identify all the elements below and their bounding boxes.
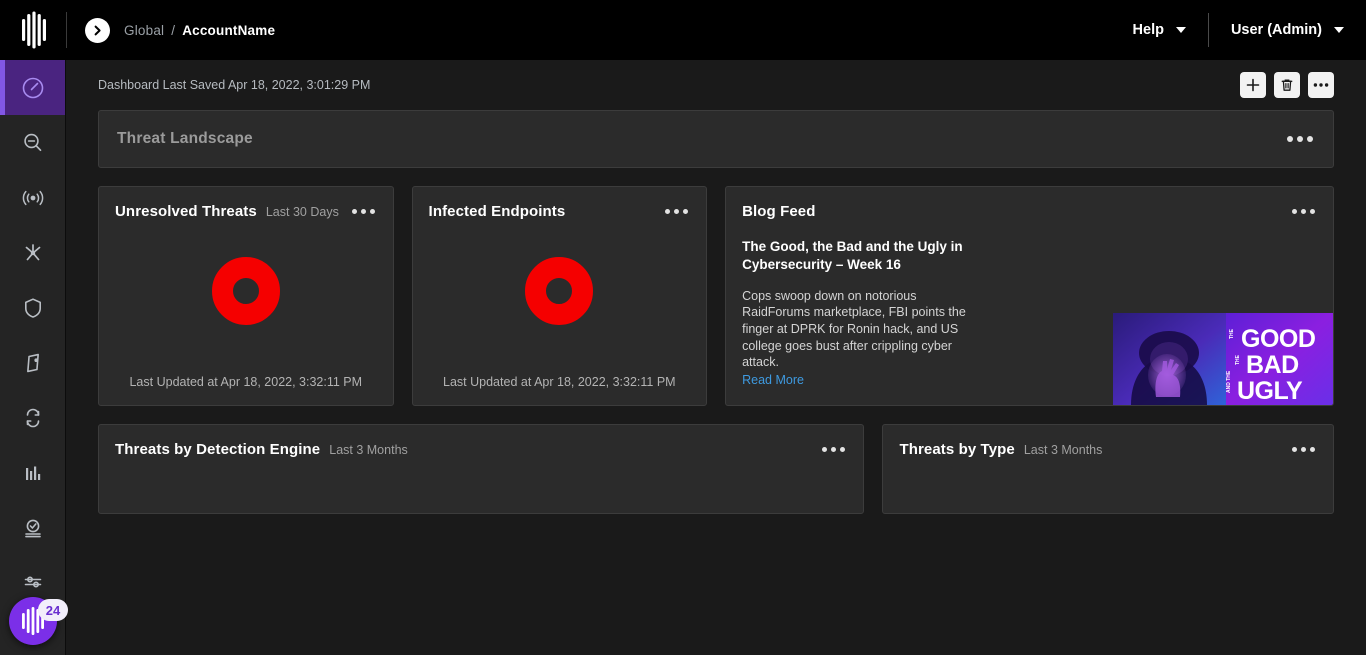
help-menu[interactable]: Help [1111,22,1208,38]
trash-icon [1280,78,1294,92]
section-more-button[interactable] [1285,130,1315,148]
breadcrumb: Global / AccountName [67,18,275,43]
dashboard-more-button[interactable] [1308,72,1334,98]
sidebar-item-policy[interactable] [0,280,65,335]
widget-title: Infected Endpoints [429,203,566,220]
widget-more-button[interactable] [663,203,690,220]
assistant-badge-count: 24 [38,599,68,621]
sidebar-item-automation[interactable] [0,390,65,445]
dashboard-toolbar: Dashboard Last Saved Apr 18, 2022, 3:01:… [98,60,1334,110]
asterisk-icon [20,240,46,266]
donut-ring [525,257,593,325]
widget-last-updated: Last Updated at Apr 18, 2022, 3:32:11 PM [413,375,707,389]
donut-chart [413,232,707,350]
scope-expand-button[interactable] [85,18,110,43]
bar-chart-icon [20,460,46,486]
help-label: Help [1133,22,1164,38]
svg-text:AND THE: AND THE [1226,370,1232,393]
chevron-down-icon [1334,27,1344,33]
user-label: User (Admin) [1231,22,1322,38]
blog-thumbnail[interactable]: GOOD BAD UGLY THE THE AND THE [1113,313,1333,405]
sidebar-item-dashboard[interactable] [0,60,65,115]
add-widget-button[interactable] [1240,72,1266,98]
sync-arrows-icon [20,405,46,431]
widget-blog-feed: Blog Feed The Good, the Bad and the Ugly… [725,186,1334,406]
sidebar-item-reports[interactable] [0,445,65,500]
svg-text:THE: THE [1229,328,1235,339]
sidebar-item-incidents[interactable] [0,335,65,390]
widget-unresolved-threats: Unresolved Threats Last 30 Days Last Upd… [98,186,394,406]
widget-header: Blog Feed [726,187,1333,220]
widget-header: Threats by Type Last 3 Months [883,425,1333,458]
widget-header: Threats by Detection Engine Last 3 Month… [99,425,863,458]
donut-ring [212,257,280,325]
dashboard-main: Dashboard Last Saved Apr 18, 2022, 3:01:… [66,60,1366,655]
sentinel-logo-icon [17,11,49,49]
diamond-icon [20,350,46,376]
widget-more-button[interactable] [1290,203,1317,220]
widget-title: Threats by Type [899,441,1014,458]
svg-text:UGLY: UGLY [1237,377,1303,405]
delete-dashboard-button[interactable] [1274,72,1300,98]
svg-text:THE: THE [1235,354,1241,365]
blog-post-excerpt: Cops swoop down on notorious RaidForums … [742,288,987,371]
widget-threats-by-type: Threats by Type Last 3 Months [882,424,1334,514]
dashboard-app: Global / AccountName Help User (Admin) [0,0,1366,655]
widget-more-button[interactable] [1290,441,1317,458]
ellipsis-icon [1313,82,1329,88]
widget-row-top: Unresolved Threats Last 30 Days Last Upd… [98,186,1334,406]
widget-infected-endpoints: Infected Endpoints Last Updated at Apr 1… [412,186,708,406]
sliders-icon [20,570,46,596]
widget-last-updated: Last Updated at Apr 18, 2022, 3:32:11 PM [99,375,393,389]
widget-title: Threats by Detection Engine [115,441,320,458]
chevron-down-icon [1176,27,1186,33]
svg-text:BAD: BAD [1246,351,1299,379]
search-icon [20,130,46,156]
dashboard-actions [1240,72,1334,98]
top-bar: Global / AccountName Help User (Admin) [0,0,1366,60]
blog-thumbnail-image: GOOD BAD UGLY THE THE AND THE [1113,313,1333,405]
chevron-right-circle-icon [91,24,104,37]
breadcrumb-root[interactable]: Global [124,23,164,38]
widget-title: Unresolved Threats [115,203,257,220]
section-threat-landscape: Threat Landscape [98,110,1334,168]
breadcrumb-separator: / [171,23,175,38]
plus-icon [1246,78,1260,92]
blog-text-column: The Good, the Bad and the Ugly in Cybers… [742,220,987,389]
widget-subtitle: Last 30 Days [266,205,339,219]
widget-row-bottom: Threats by Detection Engine Last 3 Month… [98,424,1334,514]
widget-threats-by-detection-engine: Threats by Detection Engine Last 3 Month… [98,424,864,514]
check-circle-underline-icon [20,515,46,541]
dashboard-last-saved: Dashboard Last Saved Apr 18, 2022, 3:01:… [98,78,370,92]
blog-post-headline[interactable]: The Good, the Bad and the Ugly in Cybers… [742,238,987,274]
user-menu[interactable]: User (Admin) [1209,22,1366,38]
sidebar-item-activity[interactable] [0,225,65,280]
widget-more-button[interactable] [350,203,377,220]
breadcrumb-current[interactable]: AccountName [182,23,275,38]
widget-header: Unresolved Threats Last 30 Days [99,187,393,220]
widget-title: Blog Feed [742,203,815,220]
radar-icon [20,185,46,211]
donut-chart [99,232,393,350]
app-logo[interactable] [0,0,66,60]
svg-text:GOOD: GOOD [1241,325,1315,353]
speedometer-icon [20,75,46,101]
widget-subtitle: Last 3 Months [329,443,408,457]
widget-header: Infected Endpoints [413,187,707,220]
shield-icon [20,295,46,321]
sidebar-item-sentinels[interactable] [0,170,65,225]
widget-subtitle: Last 3 Months [1024,443,1103,457]
blog-read-more-link[interactable]: Read More [742,373,804,387]
topbar-right-group: Help User (Admin) [1111,0,1366,60]
sidebar-item-compliance[interactable] [0,500,65,555]
section-title: Threat Landscape [117,130,253,148]
sidebar-item-visibility[interactable] [0,115,65,170]
sidebar-nav [0,60,66,655]
widget-more-button[interactable] [820,441,847,458]
